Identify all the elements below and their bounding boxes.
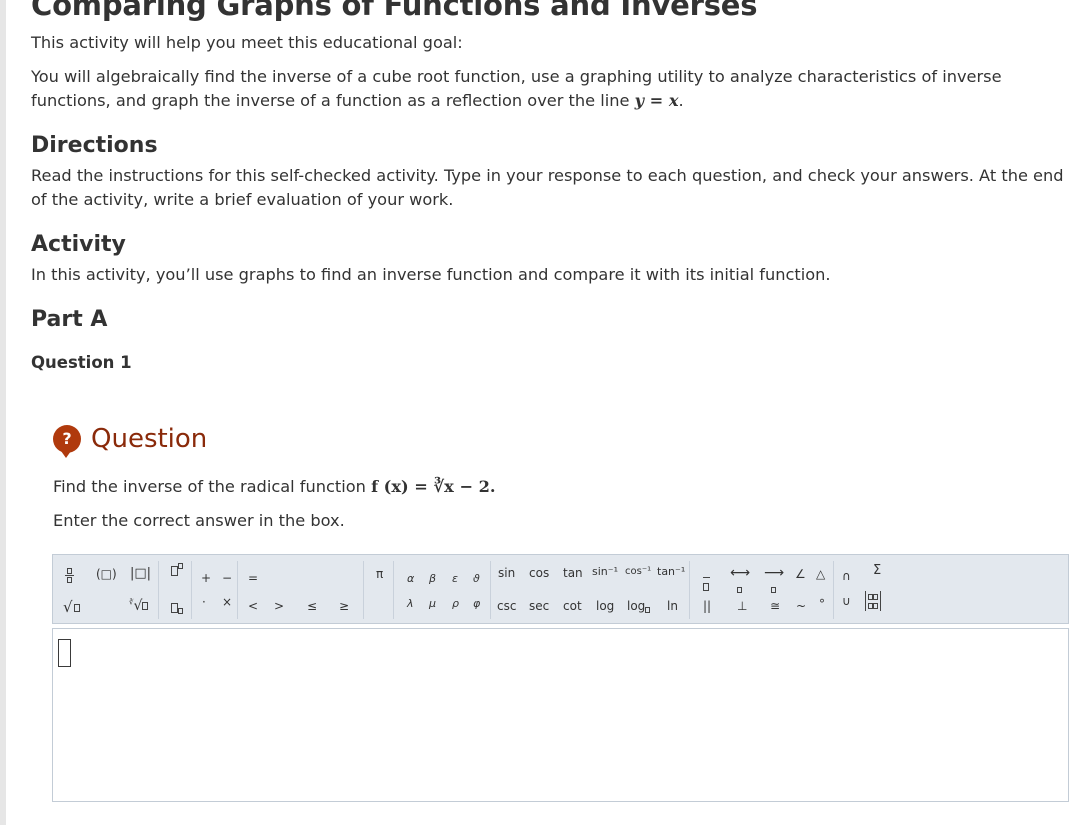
answer-input[interactable] <box>52 628 1069 802</box>
log-base-label: log <box>627 599 646 613</box>
fraction-icon <box>65 568 74 583</box>
ln-button[interactable]: ln <box>667 599 678 613</box>
fraction-button[interactable] <box>65 563 74 583</box>
parallel-button[interactable]: || <box>703 599 711 613</box>
line-label-icon <box>737 582 742 596</box>
question-prompt: Find the inverse of the radical function… <box>53 477 496 496</box>
triangle-button[interactable]: △ <box>816 567 825 581</box>
nth-root-icon <box>142 602 149 610</box>
overline-button[interactable] <box>703 567 710 595</box>
part-heading: Part A <box>31 307 108 332</box>
greater-equal-button[interactable]: ≥ <box>339 599 349 613</box>
csc-button[interactable]: csc <box>497 599 516 613</box>
degree-button[interactable]: ° <box>819 597 825 611</box>
question-instruction: Enter the correct answer in the box. <box>53 511 345 530</box>
activity-heading: Activity <box>31 232 126 257</box>
abs-button[interactable]: |□| <box>130 566 151 581</box>
goal-text-body: You will algebraically find the inverse … <box>31 67 1002 110</box>
arccos-button[interactable]: cos⁻¹ <box>625 566 651 577</box>
less-than-button[interactable]: < <box>248 599 258 613</box>
cot-button[interactable]: cot <box>563 599 582 613</box>
answer-placeholder-box <box>58 639 71 667</box>
similar-button[interactable]: ~ <box>796 599 806 613</box>
rho-button[interactable]: ρ <box>452 597 459 610</box>
log-base-icon <box>645 607 651 613</box>
sum-button[interactable]: Σ <box>873 563 881 578</box>
tan-button[interactable]: tan <box>563 566 583 580</box>
question-number: Question 1 <box>31 353 132 372</box>
beta-button[interactable]: β <box>429 572 436 585</box>
goal-math-x: x <box>668 91 679 110</box>
activity-text: In this activity, you’ll use graphs to f… <box>31 265 831 284</box>
less-equal-button[interactable]: ≤ <box>307 599 317 613</box>
question-title: Question <box>91 424 208 454</box>
goal-text: You will algebraically find the inverse … <box>31 65 1051 113</box>
theta-button[interactable]: ϑ <box>473 572 480 585</box>
ray-button[interactable]: ⟶ <box>764 565 784 581</box>
sin-button[interactable]: sin <box>498 566 515 580</box>
arcsin-button[interactable]: sin⁻¹ <box>592 565 618 578</box>
congruent-button[interactable]: ≅ <box>770 599 780 613</box>
epsilon-button[interactable]: ε <box>452 572 458 585</box>
log-base-button[interactable]: log <box>627 599 651 613</box>
nth-root-button[interactable]: ∛√ <box>129 598 149 614</box>
equals-button[interactable]: = <box>248 571 258 585</box>
union-button[interactable]: ∪ <box>842 594 851 608</box>
alpha-button[interactable]: α <box>407 572 414 585</box>
directions-text: Read the instructions for this self-chec… <box>31 166 1064 209</box>
pi-button[interactable]: π <box>376 567 383 581</box>
sqrt-icon <box>73 603 80 612</box>
plus-button[interactable]: + <box>201 571 211 585</box>
sqrt-button[interactable]: √ <box>63 598 80 616</box>
phi-button[interactable]: φ <box>473 597 480 610</box>
cos-button[interactable]: cos <box>529 566 549 580</box>
page-title: Comparing Graphs of Functions and Invers… <box>31 0 758 22</box>
equation-toolbar: √ (□) |□| ∛√ + − = · × < > ≤ ≥ π α β ε ϑ… <box>52 554 1069 624</box>
angle-button[interactable]: ∠ <box>795 567 806 581</box>
question-prompt-text: Find the inverse of the radical function <box>53 477 366 496</box>
goal-math-eq: = <box>644 91 669 110</box>
goal-intro: This activity will help you meet this ed… <box>31 33 463 52</box>
left-scroll-track <box>0 0 6 825</box>
greater-than-button[interactable]: > <box>274 599 284 613</box>
dot-button[interactable]: · <box>202 595 206 609</box>
directions-heading: Directions <box>31 133 158 158</box>
goal-period: . <box>678 91 684 110</box>
intersection-button[interactable]: ∩ <box>842 569 851 583</box>
lambda-button[interactable]: λ <box>407 597 414 610</box>
times-button[interactable]: × <box>222 595 232 609</box>
line-button[interactable]: ⟷ <box>730 565 750 581</box>
goal-math-y: y <box>634 91 645 110</box>
matrix-button[interactable] <box>865 591 881 611</box>
log-button[interactable]: log <box>596 599 614 613</box>
superscript-button[interactable] <box>171 563 183 577</box>
function-expression: f (x) = ∛x − 2. <box>371 477 496 496</box>
subscript-button[interactable] <box>171 600 183 614</box>
perpendicular-button[interactable]: ⊥ <box>737 599 747 613</box>
sec-button[interactable]: sec <box>529 599 549 613</box>
question-icon: ? <box>53 425 81 458</box>
paren-button[interactable]: (□) <box>96 567 117 581</box>
minus-button[interactable]: − <box>222 571 232 585</box>
mu-button[interactable]: μ <box>429 597 436 610</box>
arctan-button[interactable]: tan⁻¹ <box>657 565 685 578</box>
ray-label-icon <box>771 582 776 596</box>
